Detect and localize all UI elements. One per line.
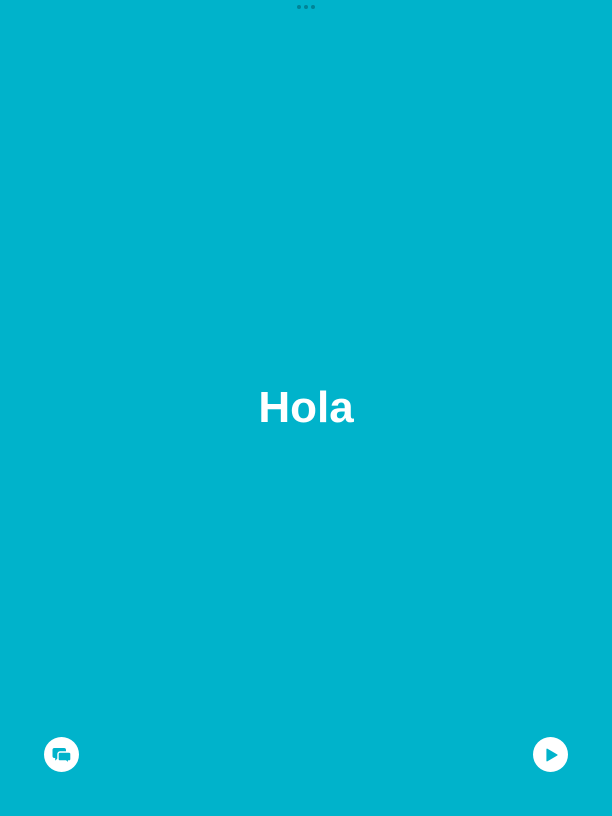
handle-dot — [304, 5, 308, 9]
play-audio-button[interactable] — [533, 737, 568, 772]
chat-bubbles-icon — [52, 746, 72, 764]
multitasking-handle[interactable] — [297, 5, 315, 9]
handle-dot — [311, 5, 315, 9]
conversation-button[interactable] — [44, 737, 79, 772]
play-icon — [543, 747, 559, 763]
handle-dot — [297, 5, 301, 9]
flashcard-screen: Hola — [0, 0, 612, 816]
card-word: Hola — [258, 383, 354, 432]
